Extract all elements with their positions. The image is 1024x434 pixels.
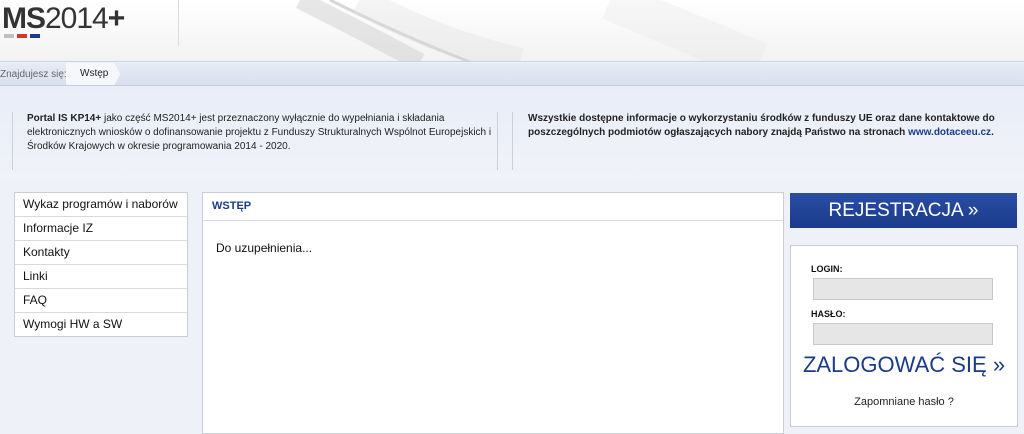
sidebar-menu: Wykaz programów i naborów Informacje IZ … — [14, 192, 188, 337]
logo-ms: MS — [2, 2, 46, 35]
login-label: LOGIN: — [811, 264, 843, 274]
logo-color-bars — [4, 34, 40, 38]
forgot-password-link[interactable]: Zapomniane hasło ? — [791, 396, 1017, 408]
register-button[interactable]: REJESTRACJA » — [790, 193, 1017, 228]
sidebar-item-links[interactable]: Linki — [15, 265, 187, 289]
login-button[interactable]: ZALOGOWAĆ SIĘ » — [791, 352, 1017, 378]
main-panel: WSTĘP Do uzupełnienia... — [202, 192, 784, 434]
logo-bar-red — [17, 34, 27, 38]
password-label: HASŁO: — [811, 309, 846, 319]
sidebar-item-faq[interactable]: FAQ — [15, 289, 187, 313]
info-right-end: . — [991, 127, 994, 138]
main-body-text: Do uzupełnienia... — [216, 241, 313, 255]
header: MS2014+ — [0, 0, 1024, 62]
sidebar-item-hw-sw[interactable]: Wymogi HW a SW — [15, 313, 187, 336]
sidebar-item-contacts[interactable]: Kontakty — [15, 241, 187, 265]
password-input[interactable] — [813, 323, 993, 345]
logo-plus: + — [107, 2, 126, 35]
logo-bar-blue — [30, 34, 40, 38]
info-right: Wszystkie dostępne informacje o wykorzys… — [512, 112, 1024, 170]
info-band: Portal IS KP14+ jako część MS2014+ jest … — [0, 86, 1024, 180]
login-box: LOGIN: HASŁO: ZALOGOWAĆ SIĘ » Zapomniane… — [790, 245, 1018, 427]
main-title: WSTĘP — [203, 193, 783, 221]
header-swoosh-decoration — [295, 0, 768, 62]
login-input[interactable] — [813, 278, 993, 300]
header-separator — [178, 0, 179, 46]
breadcrumb-current[interactable]: Wstęp — [66, 63, 120, 85]
info-left: Portal IS KP14+ jako część MS2014+ jest … — [12, 112, 498, 170]
breadcrumb: Znajdujesz się: Wstęp — [0, 63, 1024, 86]
dotaceeu-link[interactable]: www.dotaceeu.cz — [908, 127, 991, 138]
sidebar-item-iz-info[interactable]: Informacje IZ — [15, 217, 187, 241]
sidebar-item-programs[interactable]: Wykaz programów i naborów — [15, 193, 187, 217]
logo[interactable]: MS2014+ — [2, 2, 126, 40]
logo-bar-grey — [4, 34, 14, 38]
header-bottom-line — [0, 61, 1024, 62]
logo-year: 2014 — [45, 2, 109, 35]
info-left-bold: Portal IS KP14+ — [27, 113, 102, 124]
breadcrumb-prefix: Znajdujesz się: — [0, 69, 67, 80]
